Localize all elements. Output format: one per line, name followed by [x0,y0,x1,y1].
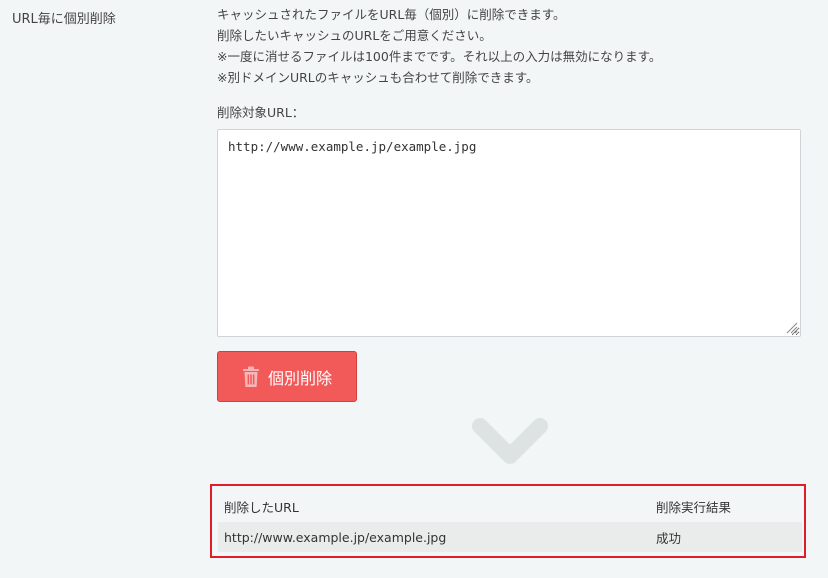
deleted-url-cell: http://www.example.jp/example.jpg [218,522,650,552]
description-line: キャッシュされたファイルをURL毎（個別）に削除できます。 [217,7,566,22]
url-textarea[interactable]: http://www.example.jp/example.jpg [217,129,801,337]
description-line: ※一度に消せるファイルは100件までです。それ以上の入力は無効になります。 [217,49,662,64]
result-panel: 削除したURL 削除実行結果 http://www.example.jp/exa… [210,484,806,558]
result-status-cell: 成功 [650,522,802,552]
section-label: URL毎に個別削除 [12,12,116,27]
url-field-label: 削除対象URL： [217,105,305,120]
delete-button[interactable]: 個別削除 [217,351,357,402]
trash-icon [242,366,260,388]
table-row: http://www.example.jp/example.jpg 成功 [218,522,802,552]
description-line: ※別ドメインURLのキャッシュも合わせて削除できます。 [217,70,539,85]
chevron-down-icon [472,418,548,464]
delete-button-label: 個別削除 [267,368,332,388]
result-table: 削除したURL 削除実行結果 http://www.example.jp/exa… [218,490,802,552]
description-line: 削除したいキャッシュのURLをご用意ください。 [217,28,492,43]
resize-grip-icon[interactable] [786,322,798,334]
column-header-result: 削除実行結果 [656,499,732,515]
table-header-row: 削除したURL 削除実行結果 [218,490,802,522]
column-header-url: 削除したURL [224,499,299,515]
description: キャッシュされたファイルをURL毎（個別）に削除できます。 削除したいキャッシュ… [217,4,661,88]
